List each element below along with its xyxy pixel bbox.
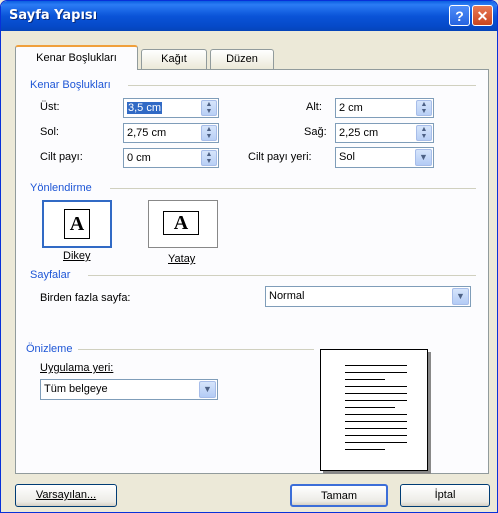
spin-arrows-icon[interactable]: ▲ ▼ bbox=[416, 100, 432, 116]
right-margin-spinner[interactable]: 2,25 cm ▲ ▼ bbox=[335, 123, 434, 143]
preview-line bbox=[345, 386, 407, 387]
chevron-down-icon[interactable]: ▼ bbox=[415, 149, 432, 166]
ok-button[interactable]: Tamam bbox=[290, 484, 388, 507]
multiple-pages-label: Birden fazla sayfa: bbox=[40, 292, 131, 304]
preview-page bbox=[320, 349, 428, 471]
portrait-page-icon: A bbox=[64, 209, 90, 239]
portrait-option[interactable]: A bbox=[42, 200, 112, 248]
landscape-page-icon: A bbox=[163, 211, 199, 235]
landscape-label[interactable]: Yatay bbox=[168, 253, 195, 265]
gutter-position-label: Cilt payı yeri: bbox=[248, 151, 312, 163]
group-title-preview: Önizleme bbox=[26, 343, 73, 355]
preview-line bbox=[345, 442, 407, 443]
chevron-down-icon[interactable]: ▼ bbox=[199, 381, 216, 398]
page-setup-dialog: Sayfa Yapısı ? ✕ Kenar Boşlukları Kağıt … bbox=[0, 0, 498, 513]
default-button[interactable]: Varsayılan... bbox=[15, 484, 117, 507]
bottom-margin-value[interactable]: 2 cm bbox=[339, 102, 363, 114]
dialog-title: Sayfa Yapısı bbox=[9, 8, 98, 23]
preview-line bbox=[345, 372, 407, 373]
gutter-value[interactable]: 0 cm bbox=[127, 152, 151, 164]
preview-line bbox=[345, 414, 407, 415]
multiple-pages-select[interactable]: Normal ▼ bbox=[265, 286, 471, 307]
tab-margins[interactable]: Kenar Boşlukları bbox=[15, 45, 138, 70]
cancel-button[interactable]: İptal bbox=[400, 484, 490, 507]
group-title-margins: Kenar Boşlukları bbox=[30, 79, 111, 91]
preview-line bbox=[345, 428, 407, 429]
gutter-position-value: Sol bbox=[339, 151, 355, 163]
preview-line bbox=[345, 435, 407, 436]
left-margin-value[interactable]: 2,75 cm bbox=[127, 127, 166, 139]
apply-to-select[interactable]: Tüm belgeye ▼ bbox=[40, 379, 218, 400]
gutter-label: Cilt payı: bbox=[40, 151, 83, 163]
preview-line bbox=[345, 365, 407, 366]
group-divider bbox=[128, 85, 476, 86]
portrait-label[interactable]: Dikey bbox=[63, 250, 91, 262]
tab-layout[interactable]: Düzen bbox=[210, 49, 274, 69]
group-title-orientation: Yönlendirme bbox=[30, 182, 92, 194]
apply-to-value: Tüm belgeye bbox=[44, 383, 108, 395]
right-margin-label: Sağ: bbox=[304, 126, 327, 138]
top-margin-label: Üst: bbox=[40, 101, 60, 113]
help-button[interactable]: ? bbox=[449, 5, 470, 26]
group-divider bbox=[110, 188, 476, 189]
preview-line bbox=[345, 393, 407, 394]
preview-line bbox=[345, 407, 395, 408]
close-icon: ✕ bbox=[476, 8, 489, 24]
group-title-pages: Sayfalar bbox=[30, 269, 71, 281]
left-margin-label: Sol: bbox=[40, 126, 59, 138]
spin-arrows-icon[interactable]: ▲ ▼ bbox=[201, 150, 217, 166]
right-margin-value[interactable]: 2,25 cm bbox=[339, 127, 378, 139]
landscape-option[interactable]: A bbox=[148, 200, 218, 248]
close-button[interactable]: ✕ bbox=[472, 5, 493, 26]
ok-button-label: Tamam bbox=[320, 490, 358, 502]
top-margin-value[interactable]: 3,5 cm bbox=[127, 102, 163, 114]
chevron-down-icon[interactable]: ▼ bbox=[452, 288, 469, 305]
help-icon: ? bbox=[455, 8, 464, 24]
gutter-spinner[interactable]: 0 cm ▲ ▼ bbox=[123, 148, 219, 168]
top-margin-spinner[interactable]: 3,5 cm ▲ ▼ bbox=[123, 98, 219, 118]
spin-arrows-icon[interactable]: ▲ ▼ bbox=[201, 125, 217, 141]
preview-line bbox=[345, 400, 407, 401]
bottom-margin-spinner[interactable]: 2 cm ▲ ▼ bbox=[335, 98, 434, 118]
group-divider bbox=[88, 275, 476, 276]
tab-paper[interactable]: Kağıt bbox=[141, 49, 207, 69]
title-bar[interactable]: Sayfa Yapısı ? ✕ bbox=[1, 1, 497, 31]
gutter-position-select[interactable]: Sol ▼ bbox=[335, 147, 434, 168]
bottom-margin-label: Alt: bbox=[306, 101, 322, 113]
preview-line bbox=[345, 421, 407, 422]
preview-line bbox=[345, 449, 385, 450]
default-button-label: Varsayılan... bbox=[35, 489, 97, 501]
left-margin-spinner[interactable]: 2,75 cm ▲ ▼ bbox=[123, 123, 219, 143]
group-divider bbox=[78, 349, 314, 350]
spin-arrows-icon[interactable]: ▲ ▼ bbox=[201, 100, 217, 116]
multiple-pages-value: Normal bbox=[269, 290, 305, 302]
cancel-button-label: İptal bbox=[434, 489, 456, 501]
spin-arrows-icon[interactable]: ▲ ▼ bbox=[416, 125, 432, 141]
apply-to-label: Uygulama yeri: bbox=[40, 362, 114, 374]
preview-line bbox=[345, 379, 385, 380]
